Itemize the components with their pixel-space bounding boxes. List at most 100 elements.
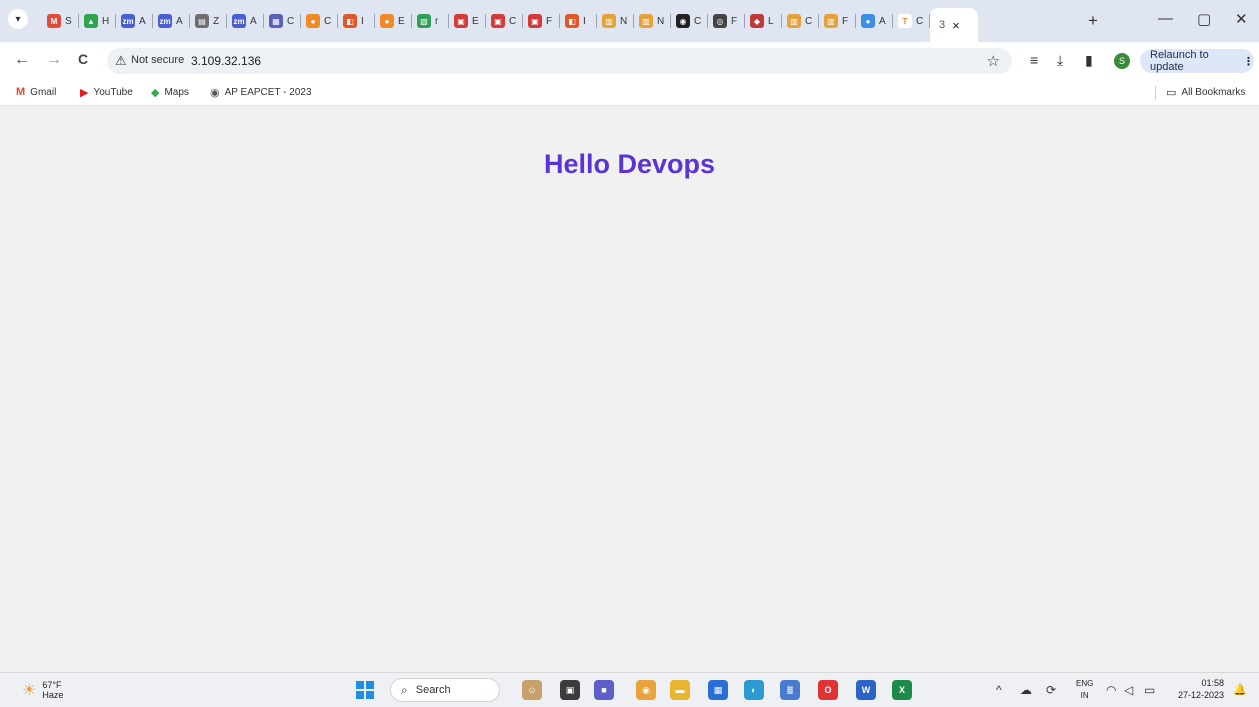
tab-title: C	[805, 15, 813, 27]
reload-button[interactable]: C	[78, 51, 88, 67]
windows-start-icon[interactable]	[356, 681, 374, 699]
taskbar-search[interactable]: ⌕ Search	[390, 678, 500, 702]
sync-icon[interactable]: ⟳	[1046, 683, 1056, 697]
close-tab-icon[interactable]: ×	[952, 18, 960, 33]
all-bookmarks-button[interactable]: ▭ All Bookmarks	[1166, 86, 1245, 99]
gmail-icon: M	[16, 86, 26, 98]
tab-title: F	[731, 15, 738, 27]
maximize-button[interactable]: ▢	[1197, 10, 1211, 28]
taskview-icon[interactable]: ▣	[560, 680, 580, 700]
clock-date: 27-12-2023	[1177, 690, 1224, 700]
cloud-icon[interactable]: ☁	[1020, 683, 1032, 697]
browser-tab[interactable]: ▦ C	[264, 8, 301, 34]
tab-title: L	[768, 15, 774, 27]
browser-tab[interactable]: ● A	[856, 8, 893, 34]
tab-title: A	[879, 15, 886, 27]
bookmark-gmail[interactable]: M Gmail	[16, 86, 56, 98]
menu-dots-icon[interactable]: ⋮	[1243, 55, 1254, 68]
browser-tab[interactable]: ▲ H	[79, 8, 116, 34]
browser-tab[interactable]: ◉ C	[671, 8, 708, 34]
tray-chevron-icon[interactable]: ^	[996, 683, 1002, 697]
form-icon: ▦	[269, 14, 283, 28]
word-icon[interactable]: W	[856, 680, 876, 700]
tab-title: C	[916, 15, 924, 27]
url-text[interactable]: 3.109.32.136	[191, 54, 261, 68]
doc-red-icon: ▣	[528, 14, 542, 28]
back-button[interactable]: ←	[14, 51, 30, 69]
box-icon: ▥	[602, 14, 616, 28]
battery-icon[interactable]: ▭	[1144, 683, 1155, 697]
language-indicator[interactable]: ENG IN	[1076, 678, 1093, 702]
browser-tab[interactable]: ▥ C	[782, 8, 819, 34]
box-icon: ▥	[824, 14, 838, 28]
browser-tab[interactable]: TC	[893, 8, 930, 34]
explorer-icon[interactable]: ▬	[670, 680, 690, 700]
volume-icon[interactable]: ◁	[1124, 683, 1133, 697]
tab-title: r	[435, 15, 439, 27]
browser-tab[interactable]: ▥ N	[597, 8, 634, 34]
store-icon[interactable]: ▦	[708, 680, 728, 700]
profile-avatar[interactable]: S	[1114, 53, 1130, 69]
browser-tab[interactable]: ▣ F	[523, 8, 560, 34]
bookmark-label: Maps	[164, 87, 189, 98]
edge-icon[interactable]: ◐	[744, 680, 764, 700]
active-tab[interactable]: 3 ×	[930, 8, 978, 42]
reading-list-icon[interactable]: ≡	[1030, 52, 1038, 68]
globe-icon: ◆	[750, 14, 764, 28]
chrome-icon[interactable]: ◉	[636, 680, 656, 700]
browser-tab[interactable]: ▥ N	[634, 8, 671, 34]
browser-tab[interactable]: ▣ C	[486, 8, 523, 34]
new-tab-button[interactable]: +	[1088, 11, 1098, 31]
browser-tab[interactable]: ▣ E	[449, 8, 486, 34]
forward-button[interactable]: →	[46, 51, 62, 69]
zoom-icon: zm	[232, 14, 246, 28]
browser-tab[interactable]: ▥ F	[819, 8, 856, 34]
security-label[interactable]: Not secure	[131, 54, 184, 66]
notification-bell-icon[interactable]: 🔔	[1233, 683, 1247, 696]
system-clock[interactable]: 01:58 27-12-2023	[1172, 677, 1224, 701]
weather-desc: Haze	[42, 690, 64, 700]
browser-tab[interactable]: ▤ Z	[190, 8, 227, 34]
search-placeholder: Search	[415, 684, 451, 696]
browser-tab[interactable]: ◧ I	[560, 8, 597, 34]
browser-tab[interactable]: zm A	[153, 8, 190, 34]
browser-tab[interactable]: ◧ I	[338, 8, 375, 34]
browser-tab[interactable]: ● C	[301, 8, 338, 34]
weather-widget[interactable]: ☀ 67°F Haze	[22, 680, 63, 700]
excel-icon[interactable]: X	[892, 680, 912, 700]
tab-list: M S ▲ Hzm Azm A ▤ Zzm A ▦ C ● C ◧ I ● E ▧ r ▣ E ▣ C ▣ F ◧ I ▥ N ▥ N ◉ C ◎…	[42, 8, 978, 42]
bookmark-separator	[1155, 86, 1156, 100]
relaunch-label: Relaunch to update	[1150, 49, 1209, 73]
browser-tab[interactable]: zm A	[227, 8, 264, 34]
relaunch-button[interactable]: Relaunch to update ⋮	[1140, 49, 1254, 73]
zoom-icon: zm	[158, 14, 172, 28]
minimize-button[interactable]: —	[1158, 10, 1173, 27]
bookmark-maps[interactable]: ◆ Maps	[151, 86, 189, 99]
people-app-icon[interactable]: ☺	[522, 680, 542, 700]
meet-icon[interactable]: ■	[594, 680, 614, 700]
doc-red-icon: ▣	[454, 14, 468, 28]
tab-title: I	[361, 15, 364, 27]
warning-icon[interactable]: ⚠	[115, 53, 127, 69]
weather-temp: 67°F	[42, 680, 62, 690]
side-panel-icon[interactable]: ▮	[1085, 52, 1093, 69]
bookmark-ap-eapcet[interactable]: ◉ AP EAPCET - 2023	[210, 86, 312, 99]
window-close-button[interactable]: ✕	[1235, 10, 1248, 28]
browser-tab[interactable]: ◆ L	[745, 8, 782, 34]
tab-search-button[interactable]: ▾	[8, 9, 28, 29]
opera-icon[interactable]: O	[818, 680, 838, 700]
chevron-down-icon: ▾	[15, 13, 21, 25]
bookmark-youtube[interactable]: ▶ YouTube	[80, 86, 133, 99]
wifi-icon[interactable]: ◠	[1106, 683, 1116, 697]
document-icon: ▤	[195, 14, 209, 28]
download-icon[interactable]: ⤓	[1057, 52, 1063, 69]
notepad-icon[interactable]: ≣	[780, 680, 800, 700]
browser-tab[interactable]: MS	[42, 8, 79, 34]
browser-tab[interactable]: ▧ r	[412, 8, 449, 34]
browser-tab[interactable]: zm A	[116, 8, 153, 34]
address-bar[interactable]: ⚠ Not secure 3.109.32.136 ☆	[107, 48, 1012, 74]
bookmark-star-icon[interactable]: ☆	[987, 52, 1000, 70]
browser-tab[interactable]: ● E	[375, 8, 412, 34]
aws-icon: ●	[380, 14, 394, 28]
browser-tab[interactable]: ◎ F	[708, 8, 745, 34]
